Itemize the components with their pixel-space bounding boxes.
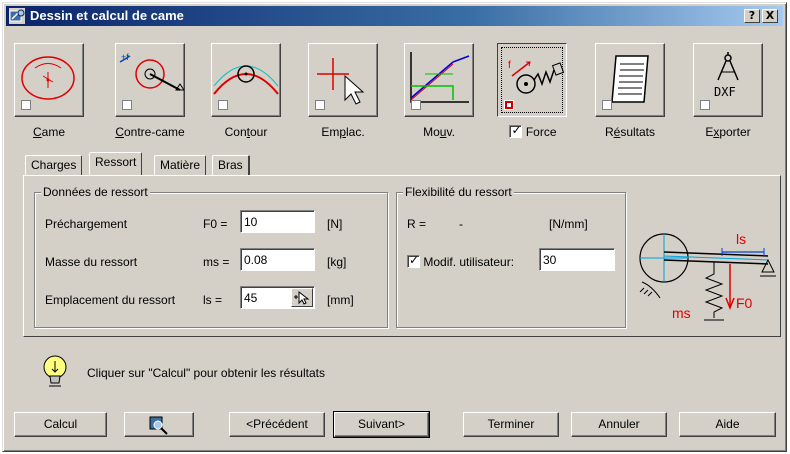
contre-came-label[interactable]: Contre-came <box>105 125 195 139</box>
force-check[interactable] <box>504 100 514 110</box>
mass-unit: [kg] <box>327 255 347 269</box>
contour-label[interactable]: Contour <box>211 125 281 139</box>
calcul-button[interactable]: Calcul <box>14 412 107 437</box>
svg-text:+f: +f <box>121 52 129 62</box>
f0-diagram-label: F0 <box>736 295 753 311</box>
close-title-button[interactable]: X <box>762 9 778 23</box>
cam-dialog-window: Dessin et calcul de came ? X +f f DXF Ca… <box>2 2 787 452</box>
help-button[interactable]: Aide <box>679 412 776 437</box>
cursor-pick-icon <box>294 290 310 305</box>
spring-location-label: Emplacement du ressort <box>45 293 176 307</box>
hint-text: Cliquer sur "Calcul" pour obtenir les ré… <box>87 366 325 380</box>
r-value: - <box>459 217 463 231</box>
ressort-tab-panel: Données de ressort Préchargement F0 = [N… <box>23 175 781 337</box>
window-title: Dessin et calcul de came <box>30 8 184 23</box>
spring-arm-diagram: ls ms F0 <box>639 231 776 321</box>
finish-button[interactable]: Terminer <box>463 412 559 437</box>
mouv-label[interactable]: Mouv. <box>404 125 474 139</box>
cancel-button[interactable]: Annuler <box>571 412 667 437</box>
contour-check[interactable] <box>218 100 228 110</box>
contour-tool-button[interactable] <box>211 43 281 117</box>
spring-location-unit: [mm] <box>327 293 354 307</box>
dxf-icon-text: DXF <box>714 85 736 99</box>
title-bar[interactable]: Dessin et calcul de came ? X <box>6 6 783 26</box>
spring-location-symbol: ls = <box>203 293 223 307</box>
resultats-label[interactable]: Résultats <box>595 125 665 139</box>
exporter-tool-button[interactable]: DXF <box>693 43 763 117</box>
preload-unit: [N] <box>327 217 343 231</box>
force-tool-button[interactable]: f <box>497 43 567 117</box>
tab-ressort[interactable]: Ressort <box>89 152 143 175</box>
r-unit: [N/mm] <box>549 217 588 231</box>
contre-came-tool-button[interactable]: +f <box>115 43 185 117</box>
next-button[interactable]: Suivant> <box>333 411 430 438</box>
previous-button[interactable]: <Précédent <box>229 412 325 437</box>
resultats-tool-button[interactable] <box>595 43 665 117</box>
exporter-check[interactable] <box>700 100 710 110</box>
emplac-tool-button[interactable] <box>308 43 378 117</box>
mouv-check[interactable] <box>411 100 421 110</box>
r-label: R = <box>407 217 427 231</box>
user-modif-checkbox[interactable]: Modif. utilisateur: <box>407 253 514 269</box>
pick-location-button[interactable] <box>291 288 313 307</box>
tab-matiere[interactable]: Matière <box>154 155 207 175</box>
emplac-check[interactable] <box>315 100 325 110</box>
ls-diagram-label: ls <box>736 231 746 247</box>
user-modif-check-box[interactable] <box>407 253 420 268</box>
came-label[interactable]: Came <box>14 125 84 139</box>
lightbulb-icon <box>43 355 67 387</box>
emplac-label[interactable]: Emplac. <box>308 125 378 139</box>
mass-symbol: ms = <box>203 255 230 269</box>
tab-charges[interactable]: Charges <box>25 155 83 175</box>
flexibility-group: Flexibilité du ressort R = - [N/mm] Modi… <box>396 185 626 328</box>
help-title-button[interactable]: ? <box>744 9 760 23</box>
resultats-check[interactable] <box>602 100 612 110</box>
exporter-label[interactable]: Exporter <box>693 125 763 139</box>
preload-symbol: F0 = <box>203 217 228 231</box>
app-icon <box>9 8 25 24</box>
preload-label: Préchargement <box>45 217 128 231</box>
contre-came-check[interactable] <box>122 100 132 110</box>
user-modif-input[interactable] <box>539 248 615 271</box>
preview-button[interactable] <box>124 412 194 437</box>
mouv-tool-button[interactable] <box>404 43 474 117</box>
mass-input[interactable] <box>240 248 315 271</box>
force-check-box[interactable] <box>509 123 523 138</box>
spring-data-title: Données de ressort <box>41 185 150 199</box>
magnifier-icon <box>149 416 168 435</box>
svg-text:f: f <box>508 60 511 71</box>
preload-input[interactable] <box>240 210 315 233</box>
force-checkbox[interactable]: Force <box>493 123 573 139</box>
came-check[interactable] <box>21 100 31 110</box>
came-tool-button[interactable] <box>14 43 84 117</box>
ms-diagram-label: ms <box>672 305 691 321</box>
flexibility-title: Flexibilité du ressort <box>403 185 514 199</box>
spring-data-group: Données de ressort Préchargement F0 = [N… <box>34 185 388 328</box>
mass-label: Masse du ressort <box>45 255 138 269</box>
tab-bras[interactable]: Bras <box>212 155 250 175</box>
